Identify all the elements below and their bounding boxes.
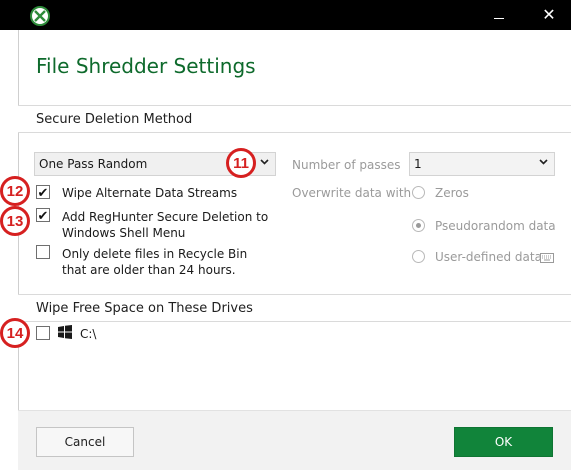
window-left-margin — [0, 30, 18, 470]
keyboard-icon[interactable] — [540, 252, 554, 263]
section-title: Secure Deletion Method — [36, 112, 193, 127]
annotation-badge-11: 11 — [226, 148, 256, 178]
select-value: 1 — [414, 157, 422, 171]
minimize-icon — [494, 17, 504, 19]
ok-button[interactable]: OK — [454, 427, 553, 457]
page-title: File Shredder Settings — [36, 54, 256, 78]
section-title: Wipe Free Space on These Drives — [36, 301, 253, 316]
chevron-down-icon — [539, 157, 548, 169]
drive-c-label: C:\ — [80, 327, 97, 341]
annotation-badge-14: 14 — [0, 318, 30, 348]
wipe-ads-label: Wipe Alternate Data Streams — [62, 186, 238, 200]
radio-pseudorandom-label: Pseudorandom data — [435, 219, 556, 233]
close-button[interactable]: ✕ — [537, 5, 561, 25]
drive-c-checkbox[interactable] — [36, 326, 50, 340]
cancel-button[interactable]: Cancel — [36, 427, 134, 457]
radio-user-defined-label: User-defined data — [435, 250, 542, 264]
overwrite-data-label: Overwrite data with — [292, 186, 412, 200]
close-icon: ✕ — [542, 7, 556, 24]
radio-zeros-label: Zeros — [435, 186, 469, 200]
annotation-badge-12: 12 — [0, 176, 30, 206]
number-of-passes-select[interactable]: 1 — [409, 152, 555, 176]
chevron-down-icon — [260, 157, 269, 169]
wipe-ads-checkbox[interactable]: ✔ — [36, 185, 50, 199]
shell-menu-checkbox[interactable]: ✔ — [36, 208, 50, 222]
windows-icon — [58, 325, 72, 339]
checkmark-icon: ✔ — [37, 207, 49, 223]
checkmark-icon: ✔ — [37, 184, 49, 200]
radio-zeros[interactable] — [412, 186, 425, 199]
annotation-badge-13: 13 — [0, 206, 30, 236]
select-value: One Pass Random — [39, 157, 148, 171]
radio-user-defined[interactable] — [412, 250, 425, 263]
recycle-bin-label: Only delete files in Recycle Bin that ar… — [62, 247, 248, 277]
minimize-button[interactable] — [487, 5, 511, 25]
reghunter-logo-icon — [30, 6, 50, 26]
number-of-passes-label: Number of passes — [292, 158, 401, 172]
radio-pseudorandom[interactable] — [412, 219, 425, 232]
section-header-secure-deletion: Secure Deletion Method — [18, 105, 571, 133]
section-header-wipe-free-space: Wipe Free Space on These Drives — [18, 294, 571, 322]
recycle-bin-checkbox[interactable] — [36, 245, 50, 259]
shell-menu-label: Add RegHunter Secure Deletion to Windows… — [62, 210, 269, 240]
window-titlebar: ✕ — [0, 0, 571, 30]
